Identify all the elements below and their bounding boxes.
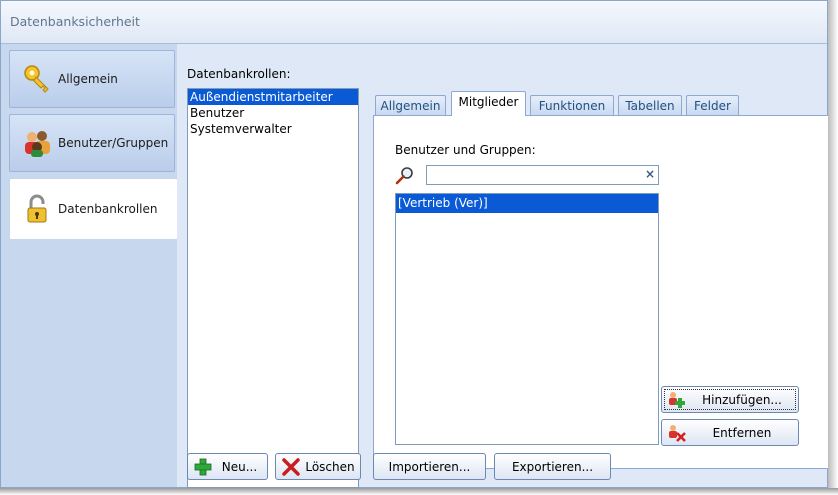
remove-member-label: Entfernen — [712, 425, 772, 440]
members-list[interactable]: [Vertrieb (Ver)] — [395, 193, 659, 445]
delete-role-label: Löschen — [305, 459, 355, 474]
roles-list[interactable]: Außendienstmitarbeiter Benutzer Systemve… — [187, 88, 359, 488]
tab-felder[interactable]: Felder — [686, 95, 739, 115]
nav-item-label: Datenbankrollen — [58, 202, 158, 216]
window-shadow-right — [828, 0, 838, 495]
main-content: Datenbankrollen: Außendienstmitarbeiter … — [177, 44, 833, 488]
nav-item-benutzer-gruppen[interactable]: Benutzer/Gruppen — [9, 114, 175, 172]
add-member-label: Hinzufügen... — [702, 392, 782, 407]
left-navigation: Allgemein Benutzer/Gruppen Datenbankroll… — [1, 44, 177, 487]
list-item[interactable]: Außendienstmitarbeiter — [188, 89, 358, 105]
window-shadow-bottom — [0, 488, 838, 495]
members-label: Benutzer und Gruppen: — [395, 143, 536, 157]
key-icon — [24, 65, 49, 93]
delete-icon — [282, 457, 300, 476]
nav-item-label: Allgemein — [58, 72, 118, 86]
title-bar: Datenbanksicherheit — [1, 1, 827, 44]
plus-icon — [194, 458, 212, 475]
roles-label: Datenbankrollen: — [187, 67, 291, 81]
export-button[interactable]: Exportieren... — [494, 453, 611, 480]
import-button[interactable]: Importieren... — [373, 453, 486, 480]
import-label: Importieren... — [388, 459, 471, 474]
search-icon — [395, 167, 413, 185]
tab-allgemein[interactable]: Allgemein — [375, 95, 446, 115]
clear-search-icon[interactable]: × — [643, 167, 657, 181]
remove-user-icon — [669, 424, 686, 442]
database-security-window: Datenbanksicherheit Allgemein Benutzer/G… — [0, 0, 833, 488]
add-member-button[interactable]: Hinzufügen... — [661, 386, 799, 413]
remove-member-button[interactable]: Entfernen — [661, 419, 799, 446]
tab-tabellen[interactable]: Tabellen — [618, 95, 682, 115]
members-tab-panel: Benutzer und Gruppen: × [Vertrieb (Ver)] — [373, 115, 833, 469]
users-icon — [25, 131, 50, 157]
list-item[interactable]: Systemverwalter — [188, 121, 358, 137]
list-item[interactable]: [Vertrieb (Ver)] — [396, 194, 658, 213]
nav-item-allgemein[interactable]: Allgemein — [9, 50, 175, 108]
search-input[interactable] — [426, 165, 659, 185]
nav-item-label: Benutzer/Gruppen — [58, 136, 169, 150]
new-role-label: Neu... — [221, 459, 258, 474]
list-item[interactable]: Benutzer — [188, 105, 358, 121]
padlock-icon — [27, 194, 47, 223]
delete-role-button[interactable]: Löschen — [275, 453, 361, 480]
tab-mitglieder[interactable]: Mitglieder — [451, 91, 526, 116]
tab-funktionen[interactable]: Funktionen — [530, 95, 614, 115]
window-title: Datenbanksicherheit — [10, 14, 140, 29]
add-user-icon — [669, 391, 685, 408]
export-label: Exportieren... — [511, 459, 594, 474]
nav-item-datenbankrollen[interactable]: Datenbankrollen — [9, 178, 177, 240]
new-role-button[interactable]: Neu... — [187, 453, 268, 480]
